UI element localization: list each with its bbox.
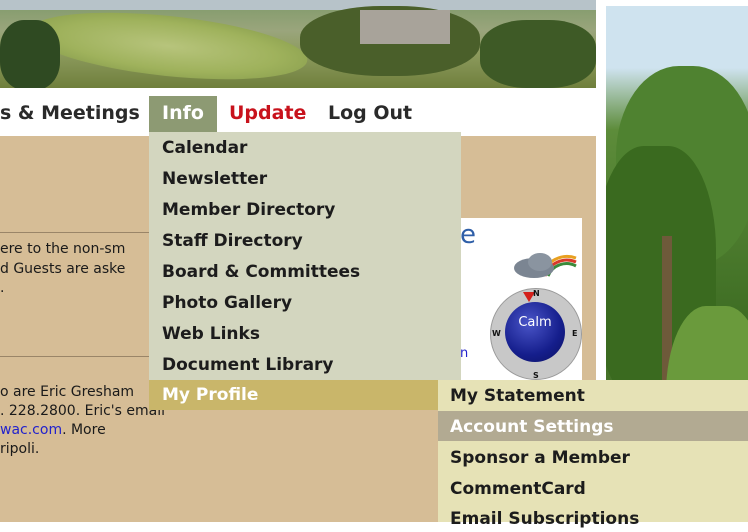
content-divider [0,356,150,357]
compass-east: E [572,329,578,338]
weather-link-fragment[interactable]: n [460,346,468,361]
menu-item-newsletter[interactable]: Newsletter [162,166,267,192]
content-text-fragment: . More [62,422,106,438]
menu-item-document-library[interactable]: Document Library [162,352,334,378]
submenu-item-my-statement[interactable]: My Statement [450,383,585,409]
submenu-item-account-settings[interactable]: Account Settings [450,414,613,440]
compass-west: W [492,329,501,338]
compass-south: S [533,371,539,380]
weather-heading-fragment: e [460,220,476,250]
nav-item-log-out[interactable]: Log Out [328,96,412,130]
menu-item-my-profile-label: My Profile [162,385,259,405]
header-clubhouse [360,10,450,44]
header-sky [0,0,596,10]
submenu-item-email-subscriptions[interactable]: Email Subscriptions [450,506,639,532]
weather-cloud-icon [514,253,577,278]
content-text-line: o are Eric Gresham [0,384,135,400]
compass-north: N [533,289,540,298]
wind-compass-dial [505,302,565,362]
content-text-line: wac.com. More [0,422,106,438]
menu-item-web-links[interactable]: Web Links [162,321,260,347]
content-text-line: . [0,280,5,296]
header-trees-left [0,20,60,88]
nav-item-info[interactable]: Info [149,96,217,132]
menu-item-photo-gallery[interactable]: Photo Gallery [162,290,292,316]
menu-item-board-committees[interactable]: Board & Committees [162,259,360,285]
content-text-line: . 228.2800. Eric's email [0,403,165,419]
content-divider [0,232,150,233]
nav-item-update[interactable]: Update [229,96,306,130]
menu-item-calendar[interactable]: Calendar [162,135,247,161]
header-photo [0,0,596,88]
submenu-item-commentcard[interactable]: CommentCard [450,476,586,502]
submenu-item-sponsor-a-member[interactable]: Sponsor a Member [450,445,630,471]
content-text-line: ere to the non-sm [0,241,126,257]
menu-item-staff-directory[interactable]: Staff Directory [162,228,303,254]
email-link[interactable]: wac.com [0,422,62,438]
nav-item-meetings[interactable]: s & Meetings [0,96,140,130]
header-trees-right [480,20,596,88]
menu-item-member-directory[interactable]: Member Directory [162,197,335,223]
content-text-line: d Guests are aske [0,261,126,277]
content-text-line: ripoli. [0,441,40,457]
wind-status: Calm [518,315,552,330]
header-putting-green [25,1,311,88]
